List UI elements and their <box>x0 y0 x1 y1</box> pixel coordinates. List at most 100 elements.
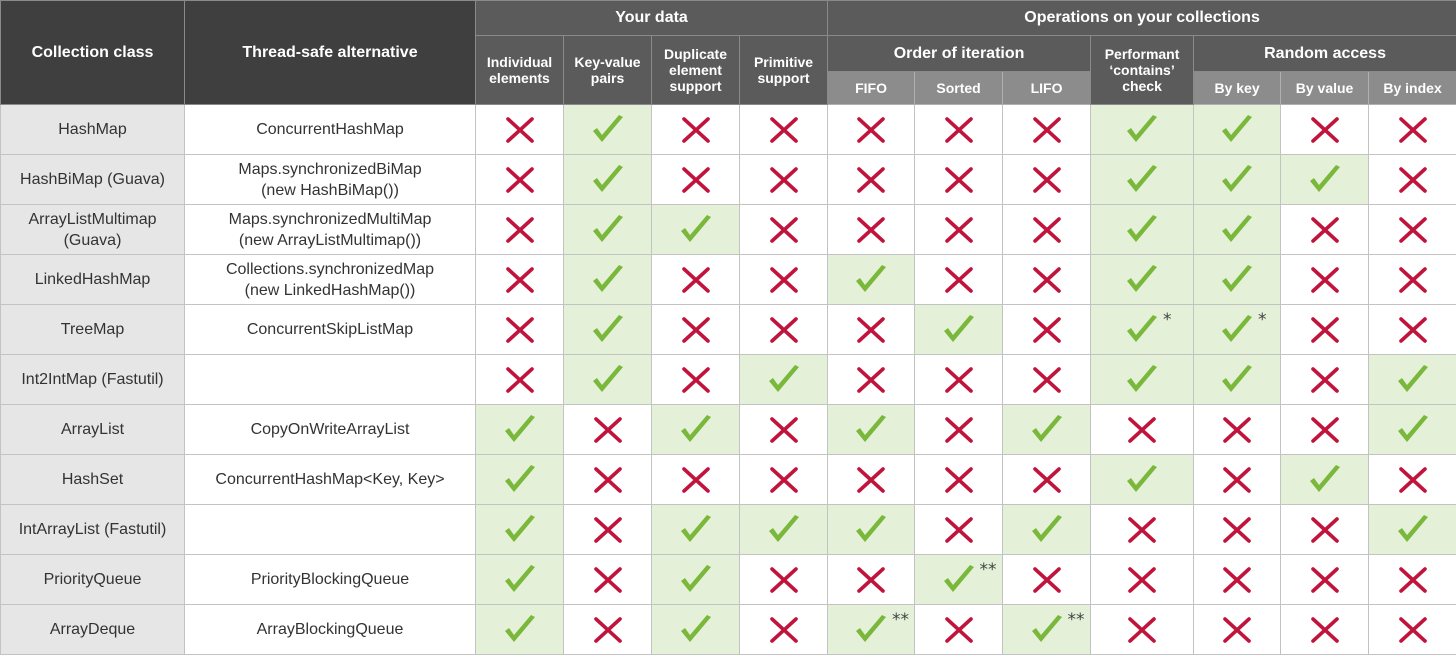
unsupported-cell <box>828 305 915 355</box>
supported-cell <box>564 155 652 205</box>
check-icon <box>942 314 976 346</box>
unsupported-cell <box>652 305 740 355</box>
cross-icon <box>856 466 886 494</box>
cross-icon <box>1032 566 1062 594</box>
header-order-of-iteration: Order of iteration <box>828 36 1091 72</box>
unsupported-cell <box>1281 605 1369 655</box>
unsupported-cell <box>652 455 740 505</box>
header-by-index: By index <box>1369 72 1456 105</box>
cross-icon <box>1222 616 1252 644</box>
unsupported-cell <box>740 605 828 655</box>
supported-cell: * <box>1091 305 1194 355</box>
header-by-key: By key <box>1194 72 1281 105</box>
unsupported-cell <box>740 305 828 355</box>
check-icon <box>503 464 537 496</box>
footnote-marker: * <box>1163 310 1172 330</box>
supported-cell <box>828 405 915 455</box>
cross-icon <box>1222 466 1252 494</box>
cross-icon <box>944 466 974 494</box>
cross-icon <box>505 316 535 344</box>
header-performant-contains-check: Performant ‘contains’ check <box>1091 36 1194 105</box>
cross-icon <box>1398 216 1428 244</box>
collection-class-cell: ArrayListMultimap(Guava) <box>1 205 185 255</box>
unsupported-cell <box>1281 355 1369 405</box>
unsupported-cell <box>740 255 828 305</box>
unsupported-cell <box>915 155 1003 205</box>
collection-class-cell: HashSet <box>1 455 185 505</box>
supported-cell <box>1194 255 1281 305</box>
supported-cell: ** <box>1003 605 1091 655</box>
collection-class-cell: HashBiMap (Guava) <box>1 155 185 205</box>
cross-icon <box>593 466 623 494</box>
unsupported-cell <box>1003 155 1091 205</box>
supported-cell <box>564 255 652 305</box>
supported-cell <box>1003 405 1091 455</box>
check-icon <box>503 564 537 596</box>
footnote-marker: ** <box>980 560 997 580</box>
table-row: TreeMapConcurrentSkipListMap** <box>1 305 1456 355</box>
supported-cell <box>1091 155 1194 205</box>
supported-cell <box>1369 405 1456 455</box>
cross-icon <box>1032 316 1062 344</box>
check-icon: * <box>1125 314 1159 346</box>
check-icon <box>591 164 625 196</box>
unsupported-cell <box>1091 555 1194 605</box>
cross-icon <box>769 466 799 494</box>
header-by-value: By value <box>1281 72 1369 105</box>
supported-cell <box>476 455 564 505</box>
thread-safe-alternative-cell: CopyOnWriteArrayList <box>185 405 476 455</box>
check-icon <box>1308 464 1342 496</box>
unsupported-cell <box>1369 205 1456 255</box>
cross-icon <box>1032 166 1062 194</box>
unsupported-cell <box>652 155 740 205</box>
cross-icon <box>856 566 886 594</box>
cross-icon <box>681 366 711 394</box>
unsupported-cell <box>915 105 1003 155</box>
check-icon <box>1125 364 1159 396</box>
table-row: HashBiMap (Guava)Maps.synchronizedBiMap(… <box>1 155 1456 205</box>
supported-cell: * <box>1194 305 1281 355</box>
check-icon <box>767 364 801 396</box>
check-icon <box>1125 264 1159 296</box>
unsupported-cell <box>915 405 1003 455</box>
check-icon <box>1220 364 1254 396</box>
cross-icon <box>681 266 711 294</box>
unsupported-cell <box>1194 505 1281 555</box>
supported-cell <box>740 355 828 405</box>
cross-icon <box>1310 616 1340 644</box>
supported-cell <box>1369 505 1456 555</box>
cross-icon <box>1032 366 1062 394</box>
cross-icon <box>681 466 711 494</box>
cross-icon <box>944 166 974 194</box>
supported-cell <box>652 405 740 455</box>
cross-icon <box>856 316 886 344</box>
table-row: ArrayDequeArrayBlockingQueue**** <box>1 605 1456 655</box>
cross-icon <box>1032 266 1062 294</box>
unsupported-cell <box>1369 455 1456 505</box>
unsupported-cell <box>828 155 915 205</box>
supported-cell <box>652 555 740 605</box>
unsupported-cell <box>564 405 652 455</box>
unsupported-cell <box>828 355 915 405</box>
supported-cell <box>1091 105 1194 155</box>
check-icon <box>591 264 625 296</box>
unsupported-cell <box>1369 605 1456 655</box>
unsupported-cell <box>1194 605 1281 655</box>
cross-icon <box>769 416 799 444</box>
cross-icon <box>1310 266 1340 294</box>
cross-icon <box>593 416 623 444</box>
unsupported-cell <box>476 155 564 205</box>
supported-cell <box>476 605 564 655</box>
supported-cell <box>828 505 915 555</box>
thread-safe-alternative-cell: Collections.synchronizedMap(new LinkedHa… <box>185 255 476 305</box>
unsupported-cell <box>1003 355 1091 405</box>
header-primitive-support: Primitive support <box>740 36 828 105</box>
check-icon <box>1125 114 1159 146</box>
cross-icon <box>769 616 799 644</box>
supported-cell <box>740 505 828 555</box>
cross-icon <box>1127 516 1157 544</box>
unsupported-cell <box>476 205 564 255</box>
check-icon <box>1396 364 1430 396</box>
unsupported-cell <box>1281 255 1369 305</box>
cross-icon <box>593 616 623 644</box>
